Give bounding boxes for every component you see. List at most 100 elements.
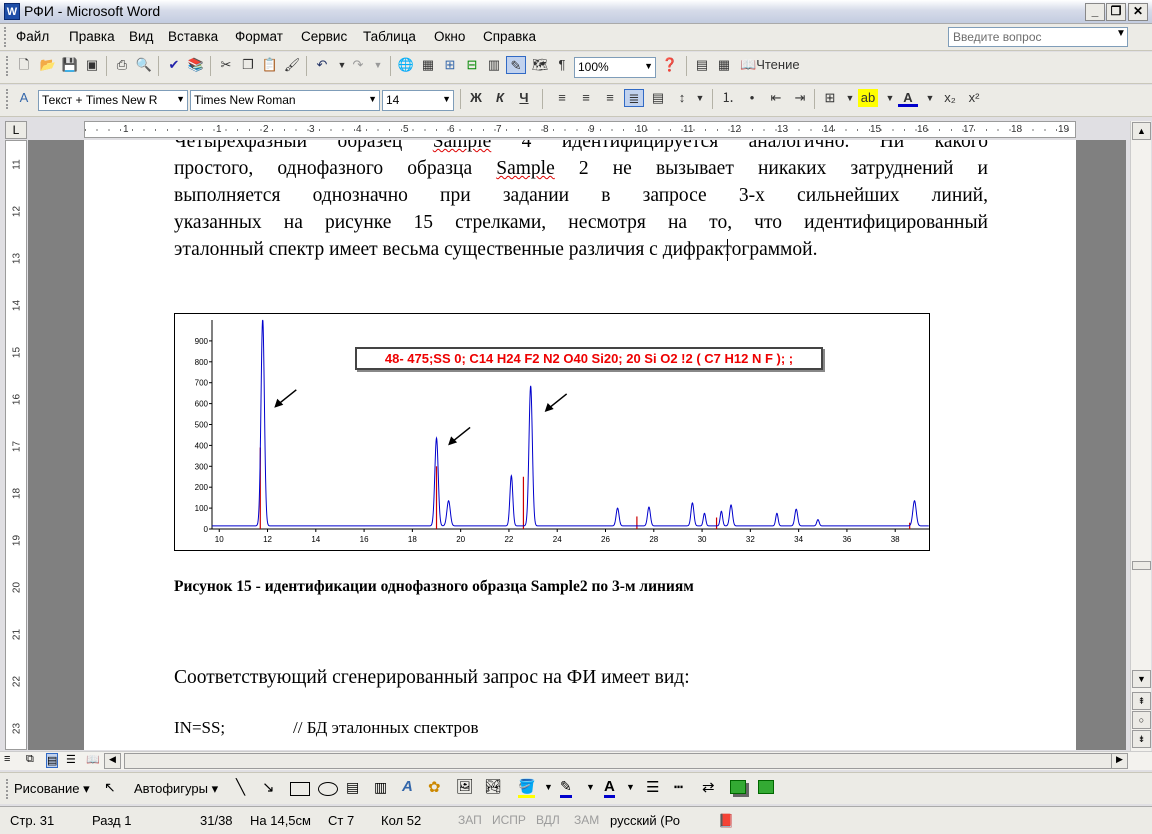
toolbar-option-icon[interactable]: ▤ <box>692 56 712 74</box>
menu-tools[interactable]: Сервис <box>301 29 347 44</box>
paste-icon[interactable]: 📋 <box>260 56 280 74</box>
clipart-icon[interactable]: 🖼 <box>456 778 474 795</box>
styles-pane-icon[interactable]: A <box>14 89 34 107</box>
scroll-down-icon[interactable]: ▼ <box>1132 670 1151 688</box>
scroll-thumb[interactable] <box>1132 561 1151 570</box>
previous-page-icon[interactable]: ⇞ <box>1132 692 1151 710</box>
menu-insert[interactable]: Вставка <box>168 29 218 44</box>
tab-selector[interactable]: L <box>5 121 27 139</box>
read-mode-button[interactable]: 📖Чтение <box>740 56 800 74</box>
underline-button[interactable]: Ч <box>514 89 534 107</box>
toolbar-option2-icon[interactable]: ▦ <box>714 56 734 74</box>
rectangle-icon[interactable] <box>290 782 310 796</box>
highlight-dropdown-icon[interactable]: ▼ <box>880 89 900 107</box>
fill-color-icon[interactable]: 🪣 <box>518 778 536 798</box>
font-color-dropdown-icon[interactable]: ▼ <box>920 89 940 107</box>
menu-format[interactable]: Формат <box>235 29 283 44</box>
font-size-select[interactable]: 14 ▼ <box>382 90 454 111</box>
status-overtype[interactable]: ЗАМ <box>574 813 599 827</box>
increase-indent-icon[interactable]: ⇥ <box>790 89 810 107</box>
bold-button[interactable]: Ж <box>466 89 486 107</box>
spelling-icon[interactable]: ✔ <box>164 56 184 74</box>
line-style-icon[interactable]: ☰ <box>646 778 659 796</box>
document-page[interactable]: Четырехфазный образец Sample 4 идентифиц… <box>84 140 1076 750</box>
numbering-icon[interactable]: ⒈ <box>718 89 738 107</box>
status-language[interactable]: русский (Ро <box>610 813 680 828</box>
scroll-left-icon[interactable]: ◀ <box>104 753 121 769</box>
line-color-dropdown-icon[interactable]: ▼ <box>586 782 595 792</box>
menu-table[interactable]: Таблица <box>363 29 416 44</box>
line-icon[interactable]: ╲ <box>236 778 245 796</box>
restore-button[interactable]: ❐ <box>1106 3 1126 21</box>
insert-table-icon[interactable]: ⊞ <box>440 56 460 74</box>
drawing-menu[interactable]: Рисование ▾ <box>14 781 90 797</box>
cut-icon[interactable]: ✂ <box>216 56 236 74</box>
bullets-icon[interactable]: • <box>742 89 762 107</box>
menubar-grip[interactable] <box>4 27 8 47</box>
toolbar-grip[interactable] <box>6 56 10 76</box>
distribute-icon[interactable]: ▤ <box>648 89 668 107</box>
align-center-icon[interactable]: ≡ <box>576 89 596 107</box>
print-layout-icon[interactable]: ▤ <box>46 753 59 768</box>
arrow-style-icon[interactable]: ⇄ <box>702 778 715 796</box>
open-icon[interactable]: 📂 <box>38 56 58 74</box>
status-track[interactable]: ИСПР <box>492 813 526 827</box>
border-dropdown-icon[interactable]: ▼ <box>840 89 860 107</box>
textbox-icon[interactable]: ▤ <box>346 779 359 796</box>
horizontal-scrollbar[interactable]: ≡ ⧉ ▤ ☰ 📖 ◀ ▶ <box>0 751 1152 770</box>
outline-view-icon[interactable]: ☰ <box>66 753 76 766</box>
subscript-button[interactable]: x₂ <box>940 89 960 107</box>
print-icon[interactable]: ⎙ <box>112 56 132 74</box>
web-view-icon[interactable]: ⧉ <box>26 753 34 766</box>
toolbar-grip[interactable] <box>6 89 10 109</box>
normal-view-icon[interactable]: ≡ <box>4 753 10 765</box>
columns-icon[interactable]: ▥ <box>484 56 504 74</box>
dash-style-icon[interactable]: ┅ <box>674 778 683 796</box>
document-map-icon[interactable]: 🗺 <box>530 56 550 74</box>
font-select[interactable]: Times New Roman ▼ <box>190 90 380 111</box>
wordart-icon[interactable]: A <box>402 778 413 795</box>
horizontal-scroll-thumb[interactable] <box>124 753 1118 769</box>
vertical-ruler[interactable]: 11 12 13 14 15 16 17 18 19 20 21 22 23 <box>5 140 27 750</box>
decrease-indent-icon[interactable]: ⇤ <box>766 89 786 107</box>
diffractogram-figure[interactable]: 0 100 200 300 400 500 600 700 800 900 10 12 14 16 18 20… <box>174 313 930 551</box>
menu-help[interactable]: Справка <box>483 29 536 44</box>
superscript-button[interactable]: x² <box>964 89 984 107</box>
line-spacing-dropdown-icon[interactable]: ▼ <box>690 89 710 107</box>
picture-icon[interactable]: 🏞 <box>484 778 502 795</box>
tables-borders-icon[interactable]: ▦ <box>418 56 438 74</box>
menu-window[interactable]: Окно <box>434 29 465 44</box>
undo-icon[interactable]: ↶ <box>312 56 332 74</box>
scroll-right-icon[interactable]: ▶ <box>1111 753 1128 769</box>
browse-object-icon[interactable]: ○ <box>1132 711 1151 729</box>
redo-icon[interactable]: ↷ <box>348 56 368 74</box>
horizontal-ruler[interactable]: 112345678910111213141516171819 <box>84 121 1076 138</box>
show-hide-icon[interactable]: ¶ <box>552 56 572 74</box>
menu-view[interactable]: Вид <box>129 29 153 44</box>
arrow-icon[interactable]: ↘ <box>262 778 275 796</box>
border-icon[interactable]: ⊞ <box>820 89 840 107</box>
menu-file[interactable]: Файл <box>16 29 49 44</box>
line-color-icon[interactable]: ✎ <box>560 778 572 798</box>
close-window-button[interactable]: ✕ <box>1128 3 1148 21</box>
shadow-style-icon[interactable] <box>730 780 746 794</box>
toolbar-grip[interactable] <box>6 779 10 799</box>
word-app-icon[interactable]: W <box>4 3 20 20</box>
status-extend[interactable]: ВДЛ <box>536 813 560 827</box>
insert-excel-icon[interactable]: ⊟ <box>462 56 482 74</box>
italic-button[interactable]: К <box>490 89 510 107</box>
align-right-icon[interactable]: ≡ <box>600 89 620 107</box>
hyperlink-icon[interactable]: 🌐 <box>396 56 416 74</box>
ask-dropdown-icon[interactable]: ▼ <box>1116 28 1126 39</box>
copy-icon[interactable]: ❐ <box>238 56 258 74</box>
font-color-draw-icon[interactable]: A <box>604 778 615 798</box>
zoom-select[interactable]: 100% ▼ <box>574 57 656 78</box>
style-select[interactable]: Текст + Times New R ▼ <box>38 90 188 111</box>
font-color-draw-dropdown-icon[interactable]: ▼ <box>626 782 635 792</box>
scroll-up-icon[interactable]: ▲ <box>1132 122 1151 140</box>
print-preview-icon[interactable]: 🔍 <box>134 56 154 74</box>
next-page-icon[interactable]: ⇟ <box>1132 730 1151 748</box>
menu-edit[interactable]: Правка <box>69 29 115 44</box>
3d-style-icon[interactable] <box>758 780 774 794</box>
permission-icon[interactable]: ▣ <box>82 56 102 74</box>
